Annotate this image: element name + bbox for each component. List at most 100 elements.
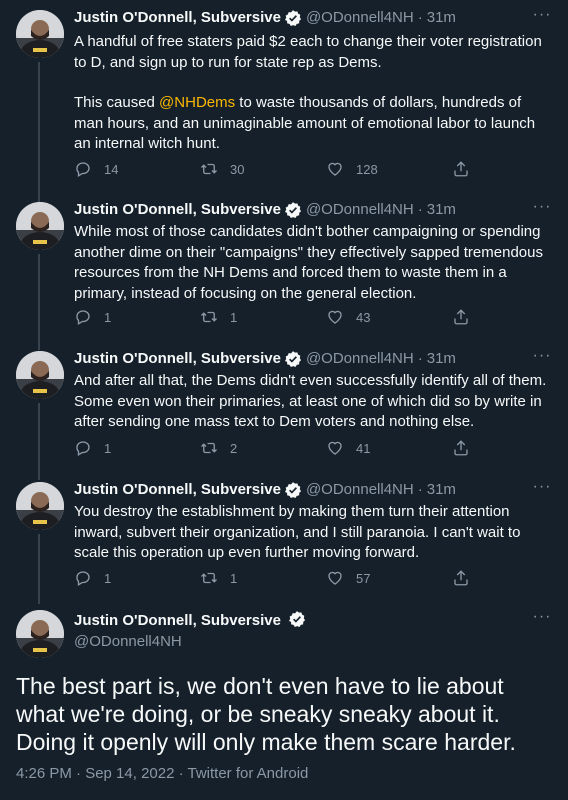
- retweet-button[interactable]: 30: [200, 160, 326, 178]
- like-icon: [326, 569, 344, 587]
- separator-dot: ·: [417, 350, 423, 367]
- author-handle[interactable]: @ODonnell4NH: [306, 200, 414, 220]
- more-icon[interactable]: ···: [532, 479, 552, 500]
- like-count: 128: [356, 161, 378, 177]
- like-button[interactable]: 128: [326, 160, 452, 178]
- author-name[interactable]: Justin O'Donnell, Subversive: [74, 200, 281, 220]
- share-button[interactable]: [452, 308, 482, 326]
- avatar[interactable]: [16, 610, 64, 658]
- more-icon[interactable]: ···: [532, 199, 552, 220]
- author-name[interactable]: Justin O'Donnell, Subversive: [74, 612, 281, 629]
- retweet-icon: [200, 439, 218, 457]
- verified-icon: [284, 9, 302, 27]
- share-button[interactable]: [452, 569, 482, 587]
- share-icon: [452, 160, 470, 178]
- retweet-button[interactable]: 1: [200, 569, 326, 587]
- author-handle[interactable]: @ODonnell4NH: [306, 480, 414, 500]
- verified-icon: [284, 201, 302, 219]
- main-tweet-text: The best part is, we don't even have to …: [16, 673, 516, 755]
- reply-button[interactable]: 14: [74, 160, 200, 178]
- thread-timeline: Justin O'Donnell, Subversive @ODonnell4N…: [0, 0, 568, 800]
- thread-connector-line: [38, 403, 40, 480]
- reply-button[interactable]: 1: [74, 308, 200, 326]
- like-count: 43: [356, 309, 371, 325]
- tweet-text: You destroy the establishment by making …: [74, 503, 521, 561]
- text-segment: This caused: [74, 94, 160, 111]
- reply-button[interactable]: 1: [74, 569, 200, 587]
- author-name[interactable]: Justin O'Donnell, Subversive: [74, 480, 281, 500]
- share-icon: [452, 569, 470, 587]
- reply-button[interactable]: 1: [74, 439, 200, 457]
- share-button[interactable]: [452, 439, 482, 457]
- tweet-time[interactable]: 31m: [427, 8, 456, 28]
- reply-icon: [74, 308, 92, 326]
- retweet-count: 1: [230, 309, 238, 325]
- tweet-actions: 1 1 57: [74, 568, 494, 588]
- thread-connector-line: [38, 62, 40, 202]
- reply-count: 14: [104, 161, 119, 177]
- mention-link[interactable]: @NHDems: [159, 94, 235, 111]
- like-icon: [326, 160, 344, 178]
- more-icon[interactable]: ···: [532, 348, 552, 369]
- tweet-actions: 1 1 43: [74, 307, 494, 327]
- reply-count: 1: [104, 309, 112, 325]
- like-count: 57: [356, 570, 371, 586]
- focused-tweet: Justin O'Donnell, Subversive @ODonnell4N…: [0, 609, 568, 800]
- verified-icon: [284, 350, 302, 368]
- more-icon[interactable]: ···: [532, 609, 552, 630]
- avatar[interactable]: [16, 482, 64, 530]
- share-icon: [452, 308, 470, 326]
- share-button[interactable]: [452, 160, 482, 178]
- author-name[interactable]: Justin O'Donnell, Subversive: [74, 349, 281, 369]
- avatar[interactable]: [16, 202, 64, 250]
- thread-tweet-1[interactable]: Justin O'Donnell, Subversive @ODonnell4N…: [0, 7, 568, 202]
- thread-connector-line: [38, 534, 40, 604]
- separator-dot: ·: [417, 201, 423, 218]
- retweet-count: 2: [230, 440, 238, 456]
- tweet-paragraph: A handful of free staters paid $2 each t…: [74, 33, 542, 71]
- tweet-header: Justin O'Donnell, Subversive @ODonnell4N…: [74, 8, 456, 28]
- retweet-button[interactable]: 2: [200, 439, 326, 457]
- more-icon[interactable]: ···: [532, 7, 552, 28]
- author-handle[interactable]: @ODonnell4NH: [306, 8, 414, 28]
- separator-dot: ·: [417, 9, 423, 26]
- reply-count: 1: [104, 440, 112, 456]
- tweet-header: Justin O'Donnell, Subversive @ODonnell4N…: [74, 200, 456, 220]
- retweet-button[interactable]: 1: [200, 308, 326, 326]
- tweet-paragraph: This caused @NHDems to waste thousands o…: [74, 93, 552, 155]
- thread-tweet-3[interactable]: Justin O'Donnell, Subversive @ODonnell4N…: [0, 348, 568, 480]
- like-icon: [326, 439, 344, 457]
- tweet-actions: 1 2 41: [74, 438, 494, 458]
- retweet-icon: [200, 308, 218, 326]
- like-button[interactable]: 57: [326, 569, 452, 587]
- thread-connector-line: [38, 254, 40, 350]
- retweet-icon: [200, 160, 218, 178]
- like-button[interactable]: 43: [326, 308, 452, 326]
- tweet-header: Justin O'Donnell, Subversive @ODonnell4N…: [74, 349, 456, 369]
- tweet-header: Justin O'Donnell, Subversive @ODonnell4N…: [74, 480, 456, 500]
- author-handle[interactable]: @ODonnell4NH: [74, 632, 182, 652]
- thread-tweet-2[interactable]: Justin O'Donnell, Subversive @ODonnell4N…: [0, 199, 568, 350]
- avatar[interactable]: [16, 10, 64, 58]
- tweet-metadata[interactable]: 4:26 PM · Sep 14, 2022 · Twitter for And…: [16, 764, 308, 784]
- reply-count: 1: [104, 570, 112, 586]
- reply-icon: [74, 569, 92, 587]
- tweet-header: Justin O'Donnell, Subversive: [74, 610, 306, 631]
- reply-icon: [74, 160, 92, 178]
- verified-icon: [288, 610, 306, 628]
- author-name[interactable]: Justin O'Donnell, Subversive: [74, 8, 281, 28]
- separator-dot: ·: [417, 481, 423, 498]
- tweet-time[interactable]: 31m: [427, 200, 456, 220]
- thread-tweet-4[interactable]: Justin O'Donnell, Subversive @ODonnell4N…: [0, 479, 568, 604]
- verified-icon: [284, 481, 302, 499]
- retweet-count: 1: [230, 570, 238, 586]
- tweet-time[interactable]: 31m: [427, 349, 456, 369]
- reply-icon: [74, 439, 92, 457]
- avatar[interactable]: [16, 351, 64, 399]
- author-handle[interactable]: @ODonnell4NH: [306, 349, 414, 369]
- like-icon: [326, 308, 344, 326]
- tweet-time[interactable]: 31m: [427, 480, 456, 500]
- retweet-count: 30: [230, 161, 245, 177]
- tweet-actions: 14 30 128: [74, 159, 494, 179]
- like-button[interactable]: 41: [326, 439, 452, 457]
